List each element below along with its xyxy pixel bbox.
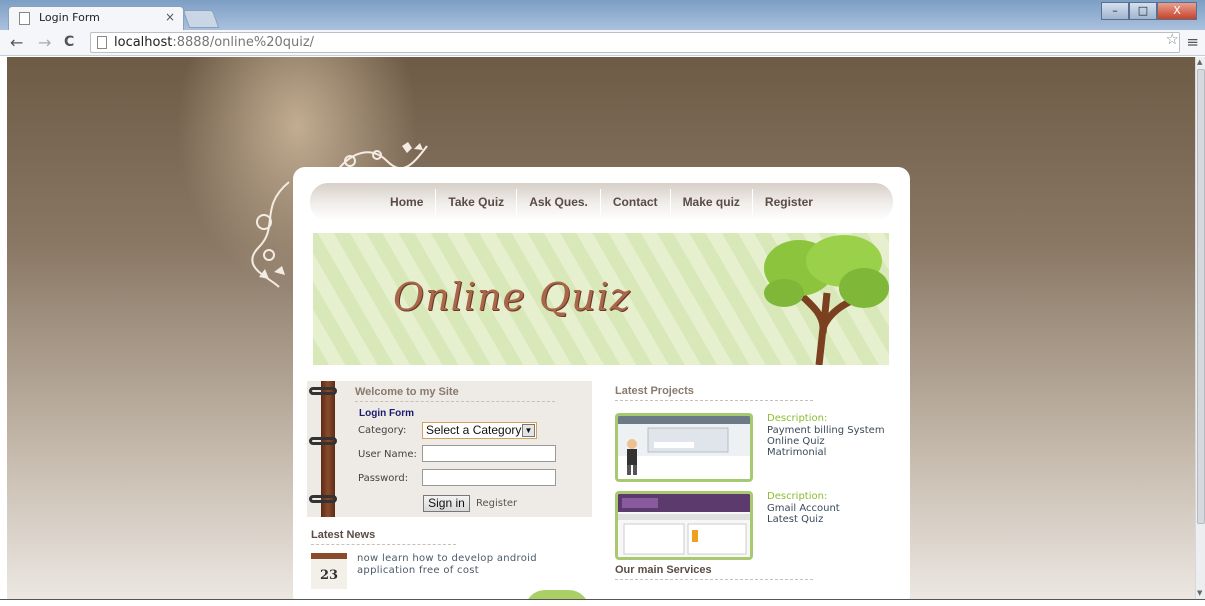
project-desc-label: Description: xyxy=(767,491,828,502)
nav-take-quiz[interactable]: Take Quiz xyxy=(435,189,516,215)
tab-close-icon[interactable]: × xyxy=(165,10,175,24)
latest-projects-heading: Latest Projects xyxy=(615,385,694,397)
bookmark-star-icon[interactable]: ☆ xyxy=(1166,30,1179,48)
divider xyxy=(615,400,813,401)
sign-in-button[interactable]: Sign in xyxy=(423,495,470,512)
project-desc-line: Payment billing System xyxy=(767,425,885,436)
scroll-up-icon[interactable]: ▲ xyxy=(1197,58,1202,66)
welcome-heading: Welcome to my Site xyxy=(355,386,459,398)
category-select[interactable]: Select a Category ▼ xyxy=(422,422,537,439)
decorative-bush xyxy=(525,590,589,599)
username-label: User Name: xyxy=(358,449,417,460)
category-label: Category: xyxy=(358,425,407,436)
nav-make-quiz[interactable]: Make quiz xyxy=(669,189,752,215)
register-link[interactable]: Register xyxy=(476,498,517,509)
nav-contact[interactable]: Contact xyxy=(599,189,670,215)
tab-login-form[interactable]: Login Form × xyxy=(8,6,184,30)
reload-icon[interactable]: C xyxy=(64,34,74,50)
login-panel: Welcome to my Site Login Form Category: … xyxy=(307,381,592,517)
ring-icon xyxy=(309,387,337,395)
url-host: localhost xyxy=(114,35,173,50)
banner: Online Quiz xyxy=(313,233,889,365)
url-path: :8888/online%20quiz/ xyxy=(172,35,315,50)
url-text: localhost:8888/online%20quiz/ xyxy=(114,35,314,50)
browser-toolbar: ← → C localhost:8888/online%20quiz/ ☆ ≡ xyxy=(0,30,1205,56)
page-viewport: Home Take Quiz Ask Ques. Contact Make qu… xyxy=(7,57,1195,599)
page-icon xyxy=(19,12,30,25)
window-controls: – □ X xyxy=(1101,2,1197,20)
close-window-button[interactable]: X xyxy=(1157,2,1197,20)
back-icon[interactable]: ← xyxy=(10,33,23,52)
login-form-label: Login Form xyxy=(359,408,414,419)
banner-title: Online Quiz xyxy=(393,275,631,319)
maximize-button[interactable]: □ xyxy=(1129,2,1157,20)
site-container: Home Take Quiz Ask Ques. Contact Make qu… xyxy=(293,167,910,599)
project-desc-label: Description: xyxy=(767,413,828,424)
ring-icon xyxy=(309,437,337,445)
browser-window: Login Form × – □ X ← → C localhost:8888/… xyxy=(0,0,1205,606)
tree-illustration xyxy=(764,235,889,365)
project-desc-line: Latest Quiz xyxy=(767,514,824,525)
project-screenshot-image xyxy=(618,416,750,479)
forward-icon[interactable]: → xyxy=(38,33,51,52)
window-bottom-edge xyxy=(0,599,1205,606)
username-input[interactable] xyxy=(422,445,556,462)
tab-title: Login Form xyxy=(39,11,100,24)
scroll-down-icon[interactable]: ▼ xyxy=(1197,589,1202,597)
divider xyxy=(615,579,813,580)
nav-ask-ques[interactable]: Ask Ques. xyxy=(516,189,600,215)
chevron-down-icon: ▼ xyxy=(522,424,535,437)
category-value: Select a Category xyxy=(426,423,522,437)
project-desc-line: Online Quiz xyxy=(767,436,825,447)
floral-ornament-side xyxy=(251,181,290,288)
project-thumbnail[interactable] xyxy=(615,413,753,482)
password-label: Password: xyxy=(358,473,409,484)
project-desc-line: Gmail Account xyxy=(767,503,840,514)
main-nav: Home Take Quiz Ask Ques. Contact Make qu… xyxy=(310,183,893,221)
project-thumbnail[interactable] xyxy=(615,491,753,560)
tab-strip: Login Form × – □ X xyxy=(0,0,1205,30)
vertical-scrollbar[interactable]: ▲ ▼ xyxy=(1195,57,1205,599)
latest-news-heading: Latest News xyxy=(311,529,376,541)
ring-icon xyxy=(309,495,337,503)
project-desc-line: Matrimonial xyxy=(767,447,827,458)
divider xyxy=(311,544,456,545)
divider xyxy=(355,401,555,402)
scroll-thumb[interactable] xyxy=(1197,69,1205,524)
services-heading: Our main Services xyxy=(615,564,712,576)
nav-register[interactable]: Register xyxy=(751,189,825,215)
nav-home[interactable]: Home xyxy=(378,189,435,215)
news-date-badge: 23 xyxy=(311,553,347,589)
page-icon xyxy=(97,36,107,49)
menu-icon[interactable]: ≡ xyxy=(1186,33,1199,51)
news-item-text[interactable]: now learn how to develop android applica… xyxy=(357,553,597,577)
address-bar[interactable]: localhost:8888/online%20quiz/ xyxy=(90,32,1180,53)
minimize-button[interactable]: – xyxy=(1101,2,1129,20)
new-tab-button[interactable] xyxy=(182,10,220,28)
password-input[interactable] xyxy=(422,469,556,486)
project-screenshot-image xyxy=(618,494,750,557)
news-day: 23 xyxy=(319,568,339,583)
